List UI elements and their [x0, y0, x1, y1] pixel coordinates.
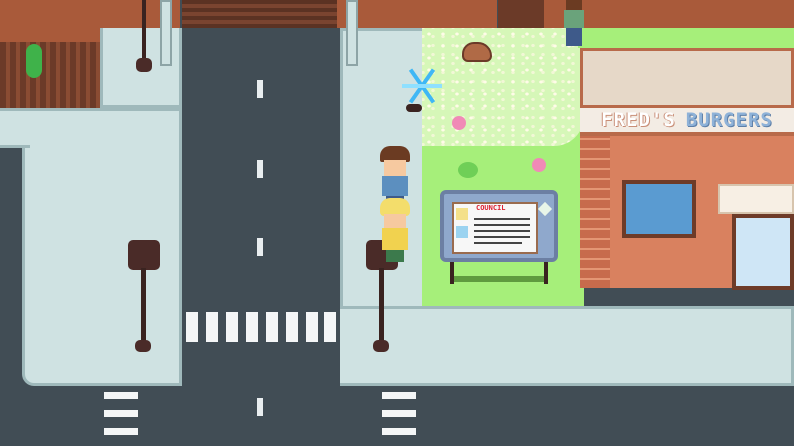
- player-boy-icon[interactable]: [376, 146, 414, 206]
- lane-marking: [257, 160, 263, 178]
- flower-icon: [532, 158, 546, 172]
- bulletin-board[interactable]: COUNCIL: [440, 190, 558, 262]
- shop-window: [622, 180, 696, 238]
- npc-girl-icon[interactable]: [558, 0, 590, 50]
- board-text-line: [474, 230, 530, 232]
- railing-icon: [346, 0, 358, 66]
- sign-word-freds: FRED'S: [601, 109, 676, 131]
- shop-awning: [718, 184, 794, 214]
- note-icon: [456, 226, 468, 238]
- sign-word-burgers: BURGERS: [685, 109, 773, 131]
- board-text-line: [474, 236, 530, 238]
- hole-icon: [406, 104, 422, 112]
- crosswalk-stripe: [226, 312, 238, 342]
- crosswalk-stripe: [382, 392, 416, 399]
- street-lamp-base: [373, 340, 389, 352]
- crosswalk-stripe: [286, 312, 298, 342]
- sparkle-icon[interactable]: [402, 66, 442, 106]
- storefront-sign: FRED'S BURGERS: [580, 108, 794, 136]
- crosswalk-stripe: [246, 312, 258, 342]
- crosswalk-stripe: [324, 312, 336, 342]
- street-lamp-icon[interactable]: [128, 240, 160, 270]
- street-lamp-pole: [379, 268, 384, 346]
- sidewalk-bottom-right: [340, 306, 794, 386]
- companion-blond-icon[interactable]: [376, 198, 414, 266]
- crosswalk-stripe: [382, 428, 416, 435]
- crosswalk-stripe: [266, 312, 278, 342]
- board-paper: COUNCIL: [452, 202, 538, 254]
- shop-door[interactable]: [732, 214, 794, 290]
- lane-marking: [257, 238, 263, 256]
- crosswalk-stripe: [306, 312, 318, 342]
- street-lamp-base: [135, 340, 151, 352]
- street-lamp-pole: [141, 268, 146, 346]
- board-text-line: [474, 218, 530, 220]
- crosswalk-stripe: [104, 410, 138, 417]
- crosswalk-stripe: [186, 312, 198, 342]
- post-icon: [142, 0, 146, 64]
- brick-column: [580, 130, 610, 288]
- crosswalk-stripe: [382, 410, 416, 417]
- lane-marking: [257, 398, 263, 416]
- board-text-line: [474, 224, 530, 226]
- doorway: [498, 0, 544, 28]
- sidewalk-edge-left: [0, 108, 30, 148]
- vine-icon: [26, 44, 42, 78]
- lane-marking: [257, 80, 263, 98]
- board-text-line: [474, 242, 522, 244]
- board-shadow: [454, 276, 544, 282]
- bush-icon: [458, 162, 478, 178]
- railing-icon: [160, 0, 172, 66]
- stairs: [182, 0, 337, 28]
- note-icon: [456, 208, 468, 220]
- game-scene[interactable]: COUNCIL FRED'S BURGERS: [0, 0, 794, 446]
- brick-wall-top-right: [337, 0, 497, 28]
- crosswalk-stripe: [206, 312, 218, 342]
- board-leg: [544, 262, 548, 284]
- rock-icon[interactable]: [462, 42, 492, 62]
- post-base-icon: [136, 58, 152, 72]
- crosswalk-stripe: [104, 428, 138, 435]
- wooden-fence: [0, 42, 100, 108]
- crosswalk-stripe: [104, 392, 138, 399]
- roof-trim: [580, 48, 794, 108]
- flower-icon: [452, 116, 466, 130]
- grass-strip-right: [578, 28, 794, 48]
- board-star-icon: [537, 201, 553, 217]
- board-title: COUNCIL: [476, 204, 506, 212]
